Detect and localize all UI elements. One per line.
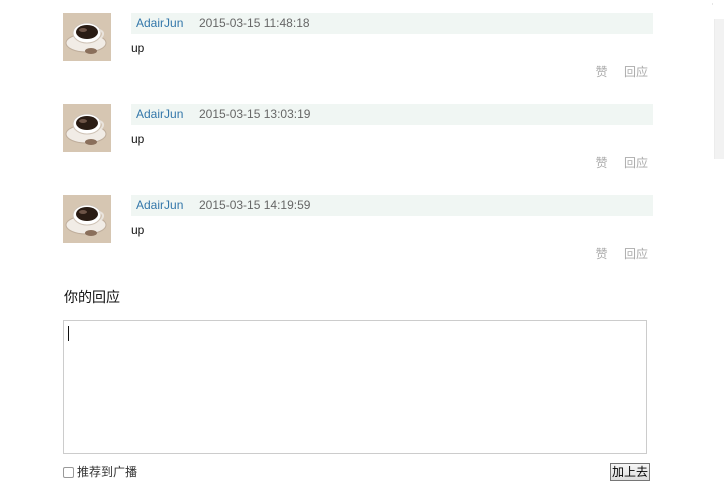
coffee-cup-icon [63, 104, 111, 152]
author-link[interactable]: AdairJun [136, 104, 183, 125]
reply-button[interactable]: 回应 [624, 156, 648, 170]
reply-form-title: 你的回应 [64, 289, 120, 305]
comment-text: up [131, 132, 145, 146]
comment-timestamp: 2015-03-15 11:48:18 [199, 16, 310, 30]
reply-button[interactable]: 回应 [624, 65, 648, 79]
submit-button[interactable]: 加上去 [610, 463, 650, 481]
avatar[interactable] [63, 104, 111, 152]
author-link[interactable]: AdairJun [136, 195, 183, 216]
comment-meta: AdairJun 2015-03-15 14:19:59 [131, 195, 653, 216]
comment-timestamp: 2015-03-15 13:03:19 [199, 107, 311, 121]
comment-meta: AdairJun 2015-03-15 11:48:18 [131, 13, 653, 34]
coffee-cup-icon [63, 13, 111, 61]
comment-timestamp: 2015-03-15 14:19:59 [199, 198, 311, 212]
comment-item: AdairJun 2015-03-15 11:48:18 up 赞 回应 [0, 0, 724, 91]
broadcast-option[interactable]: 推荐到广播 [63, 463, 137, 481]
comment-item: AdairJun 2015-03-15 14:19:59 up 赞 回应 [0, 182, 724, 273]
comment-actions: 赞 回应 [596, 63, 648, 81]
comment-actions: 赞 回应 [596, 154, 648, 172]
avatar[interactable] [63, 195, 111, 243]
reply-textarea[interactable] [63, 320, 647, 454]
comment-text: up [131, 41, 145, 55]
comment-item: AdairJun 2015-03-15 13:03:19 up 赞 回应 [0, 91, 724, 182]
like-button[interactable]: 赞 [596, 247, 608, 261]
broadcast-checkbox[interactable] [63, 467, 74, 478]
broadcast-label: 推荐到广播 [77, 465, 138, 479]
avatar[interactable] [63, 13, 111, 61]
comment-meta: AdairJun 2015-03-15 13:03:19 [131, 104, 653, 125]
coffee-cup-icon [63, 195, 111, 243]
comment-text: up [131, 223, 145, 237]
like-button[interactable]: 赞 [596, 156, 608, 170]
text-cursor [68, 326, 69, 341]
author-link[interactable]: AdairJun [136, 13, 183, 34]
like-button[interactable]: 赞 [596, 65, 608, 79]
scrollbar-thumb[interactable] [714, 19, 724, 159]
reply-button[interactable]: 回应 [624, 247, 648, 261]
comment-actions: 赞 回应 [596, 245, 648, 263]
